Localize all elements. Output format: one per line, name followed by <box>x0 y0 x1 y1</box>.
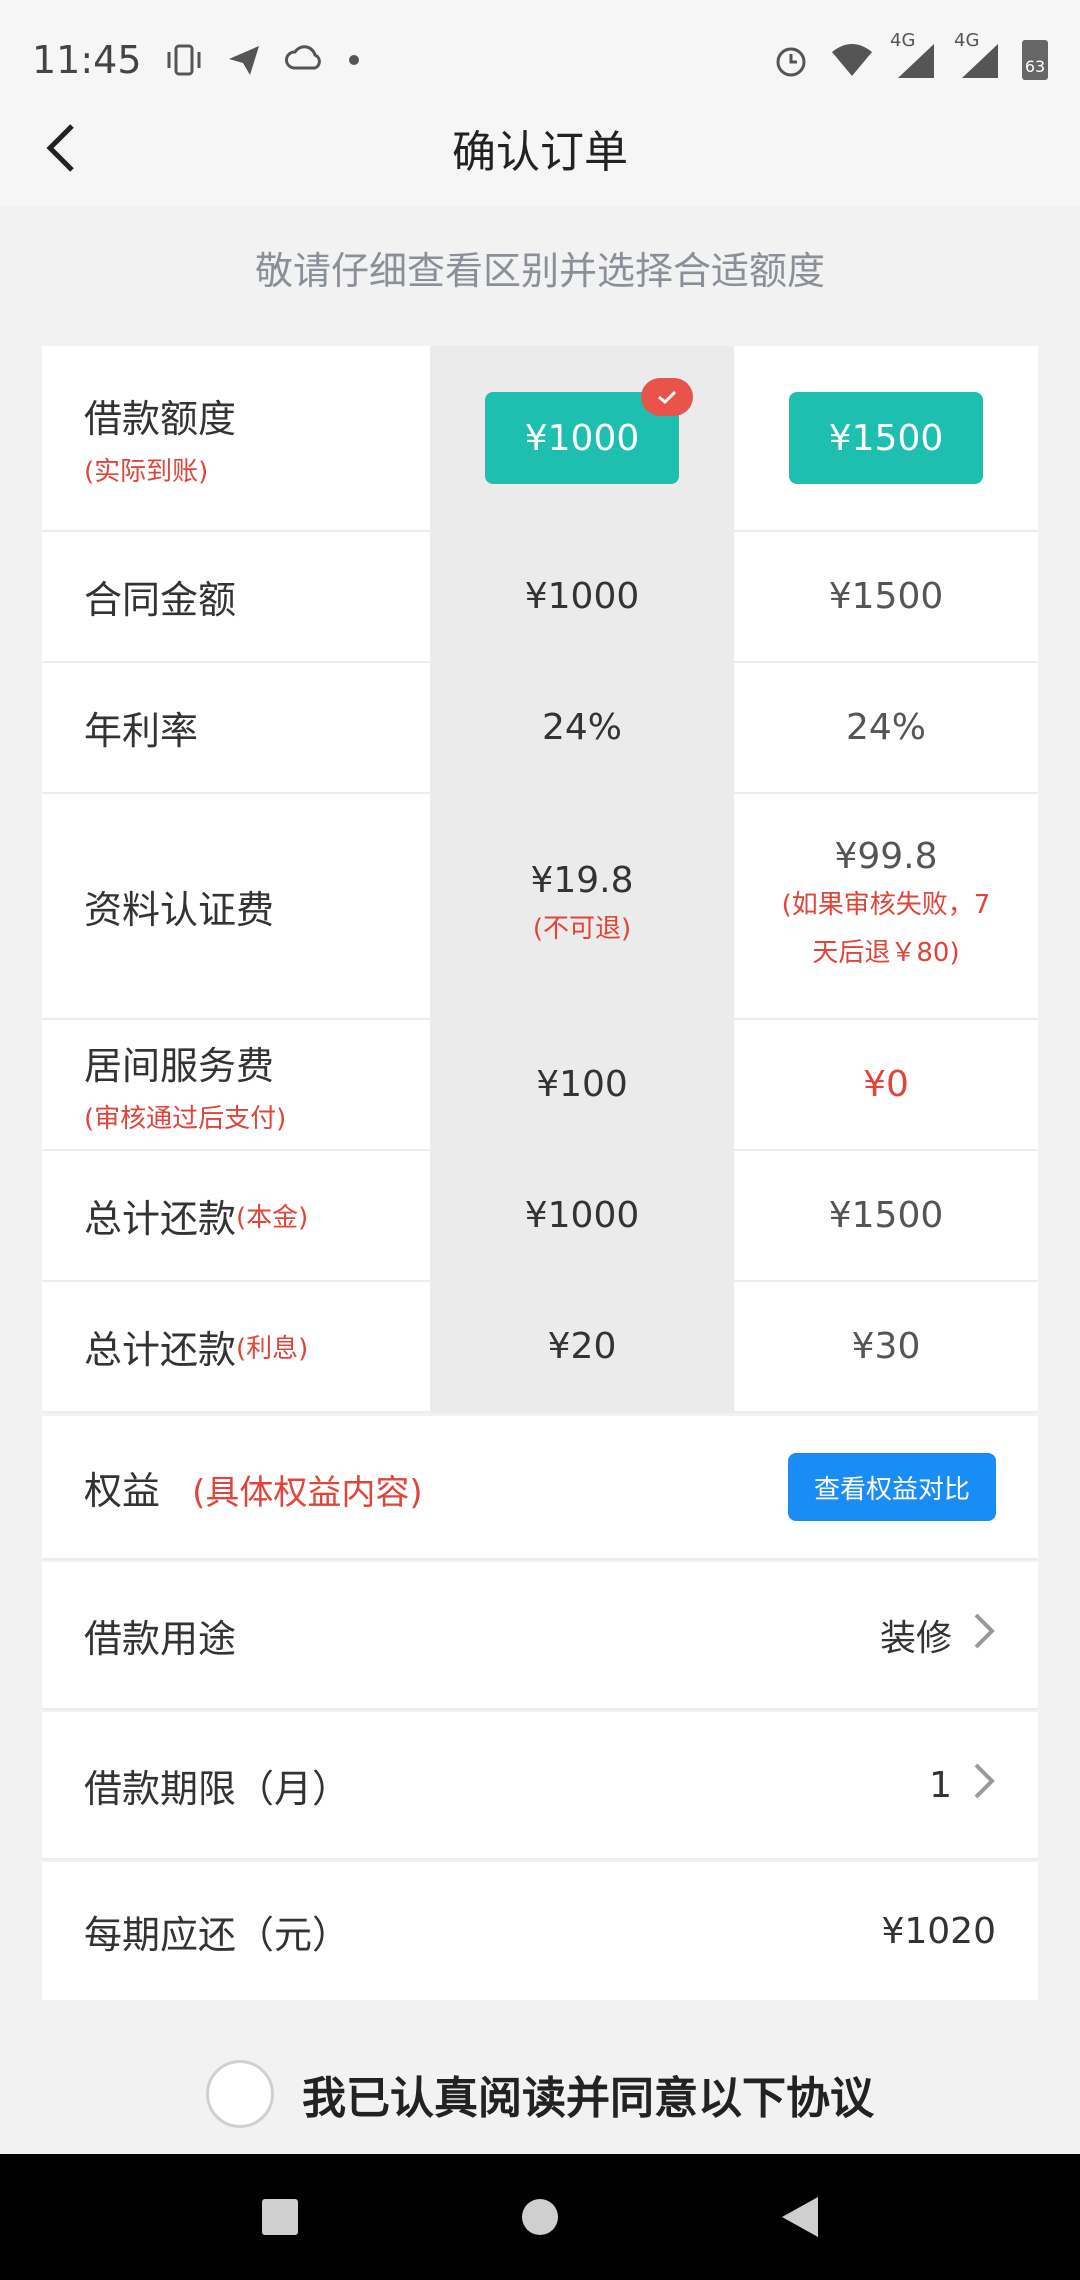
row-label: 总计还款 <box>84 1328 237 1372</box>
loan-term-label: 借款期限（月） <box>84 1766 351 1811</box>
network-label: 4G <box>954 30 980 51</box>
battery-icon: 63 <box>1022 40 1048 80</box>
comparison-table: 借款额度 (实际到账) ¥1000 ¥1500 合同金额 ¥1000 ¥1500… <box>42 346 1038 1413</box>
table-row-total-interest: 总计还款 (利息) ¥20 ¥30 <box>42 1282 1038 1413</box>
row-label: 借款额度 <box>84 397 237 441</box>
status-time: 11:45 <box>32 38 142 82</box>
installment-row: 每期应还（元） ¥1020 <box>42 1862 1038 2000</box>
row-sublabel: (实际到账) <box>84 457 209 487</box>
row-label: 年利率 <box>84 709 199 753</box>
table-row-contract-amount: 合同金额 ¥1000 ¥1500 <box>42 532 1038 663</box>
option-a-value: ¥20 <box>430 1282 734 1411</box>
check-icon <box>641 378 693 416</box>
chevron-right-icon <box>972 1761 996 1810</box>
row-label: 合同金额 <box>84 578 237 622</box>
table-row-annual-rate: 年利率 24% 24% <box>42 663 1038 794</box>
dot-icon <box>346 52 362 68</box>
rights-sublabel: (具体权益内容) <box>192 1472 423 1513</box>
amount-option-b-button[interactable]: ¥1500 <box>789 392 983 484</box>
installment-label: 每期应还（元） <box>84 1912 351 1957</box>
alarm-icon <box>772 41 810 79</box>
wifi-icon <box>830 42 874 78</box>
rights-row: 权益 (具体权益内容) 查看权益对比 <box>42 1416 1038 1560</box>
row-label: 资料认证费 <box>84 887 275 932</box>
option-a-value: ¥19.8 <box>530 859 634 901</box>
home-icon[interactable] <box>500 2177 580 2257</box>
agreement-row: 我已认真阅读并同意以下协议 <box>0 2060 1080 2128</box>
row-label: 总计还款 <box>84 1197 237 1241</box>
option-b-value: ¥0 <box>863 1064 909 1105</box>
table-row-service-fee: 居间服务费 (审核通过后支付) ¥100 ¥0 <box>42 1020 1038 1151</box>
row-sublabel: (本金) <box>236 1203 309 1233</box>
option-b-note: (如果审核失败，7天后退￥80) <box>781 889 991 968</box>
battery-level: 63 <box>1024 57 1046 76</box>
loan-purpose-value: 装修 <box>879 1618 952 1659</box>
page-title: 确认订单 <box>452 127 628 178</box>
option-b-value: ¥30 <box>851 1326 921 1367</box>
installment-value: ¥1020 <box>881 1910 996 1952</box>
chevron-right-icon <box>972 1611 996 1660</box>
signal-4g-icon: 4G <box>954 30 1002 80</box>
agreement-text[interactable]: 我已认真阅读并同意以下协议 <box>302 2062 874 2126</box>
loan-purpose-label: 借款用途 <box>84 1616 237 1661</box>
system-nav-bar <box>0 2154 1080 2280</box>
table-row-loan-amount: 借款额度 (实际到账) ¥1000 ¥1500 <box>42 346 1038 532</box>
row-sublabel: (审核通过后支付) <box>84 1103 287 1134</box>
network-label: 4G <box>890 30 916 51</box>
send-icon <box>226 42 262 78</box>
hint-text: 敬请仔细查看区别并选择合适额度 <box>254 249 825 293</box>
cloud-icon <box>284 42 324 78</box>
recent-apps-icon[interactable] <box>240 2177 320 2257</box>
rights-label: 权益 <box>84 1468 161 1513</box>
loan-purpose-row[interactable]: 借款用途 装修 <box>42 1562 1038 1710</box>
signal-4g-icon: 4G <box>890 30 938 80</box>
option-a-value: 24% <box>430 663 734 792</box>
nav-bar: 确认订单 <box>0 90 1080 206</box>
row-sublabel: (利息) <box>236 1334 309 1364</box>
option-b-value: ¥1500 <box>828 1195 944 1236</box>
back-arrow-icon[interactable] <box>36 120 92 176</box>
compare-rights-button[interactable]: 查看权益对比 <box>787 1453 996 1521</box>
loan-term-value: 1 <box>929 1764 952 1806</box>
amount-option-a-button[interactable]: ¥1000 <box>485 378 693 484</box>
option-a-value: ¥100 <box>430 1020 734 1149</box>
back-icon[interactable] <box>760 2177 840 2257</box>
option-a-note: (不可退) <box>532 913 632 944</box>
option-b-value: ¥1500 <box>828 576 944 617</box>
option-a-value: ¥1000 <box>430 532 734 661</box>
option-b-value: 24% <box>845 707 926 748</box>
row-label: 居间服务费 <box>84 1043 275 1088</box>
agreement-checkbox[interactable] <box>206 2060 274 2128</box>
option-b-value: ¥99.8 <box>834 835 938 877</box>
vibrate-icon <box>164 42 204 78</box>
table-row-certification-fee: 资料认证费 ¥19.8 (不可退) ¥99.8 (如果审核失败，7天后退￥80) <box>42 794 1038 1020</box>
loan-term-row[interactable]: 借款期限（月） 1 <box>42 1712 1038 1860</box>
table-row-total-principal: 总计还款 (本金) ¥1000 ¥1500 <box>42 1151 1038 1282</box>
option-a-value: ¥1000 <box>430 1151 734 1280</box>
